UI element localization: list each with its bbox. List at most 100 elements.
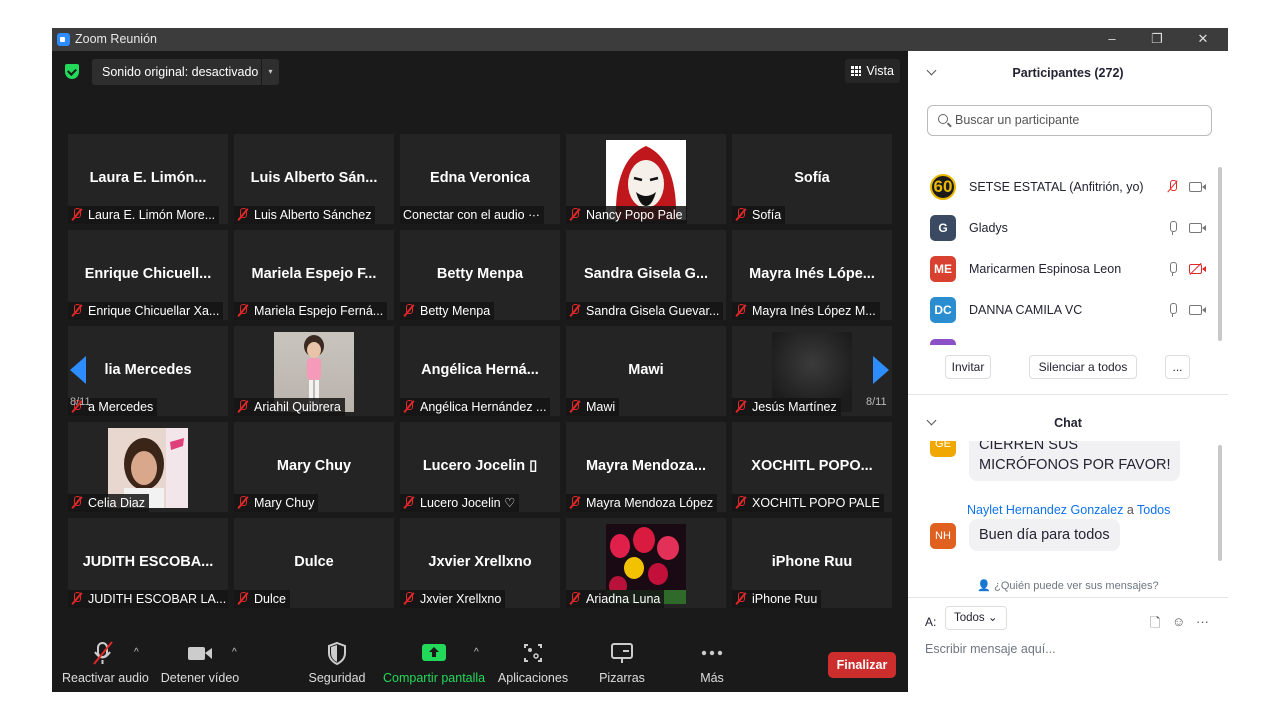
participant-video-tile[interactable]: Mariela Espejo F... Mariela Espejo Ferná.…: [234, 230, 394, 320]
next-page-arrow-icon[interactable]: [873, 356, 889, 384]
previous-page-arrow-icon[interactable]: [70, 356, 86, 384]
participant-video-tile[interactable]: Sofía Sofía: [732, 134, 892, 224]
video-off-icon[interactable]: [1189, 264, 1206, 274]
participant-video-tile[interactable]: lia Mercedes a Mercedes: [68, 326, 228, 416]
participant-name-label: Laura E. Limón More...: [68, 206, 220, 224]
unmute-audio-button[interactable]: Reactivar audio: [62, 639, 149, 685]
participant-row[interactable]: 60 SETSE ESTATAL (Anfitrión, yo): [908, 166, 1218, 207]
participant-name-label: Angélica Hernández ...: [400, 398, 551, 416]
video-camera-icon[interactable]: [1189, 182, 1206, 192]
participant-video-tile[interactable]: JUDITH ESCOBA... JUDITH ESCOBAR LA...: [68, 518, 228, 608]
mic-icon[interactable]: [1168, 221, 1178, 235]
chat-message-input[interactable]: Escribir mensaje aquí...: [925, 642, 1056, 656]
participant-video-tile[interactable]: Edna Veronica Conectar con el audio ·∙·: [400, 134, 560, 224]
participant-display-name: lia Mercedes: [104, 362, 192, 378]
participant-scrollbar[interactable]: [1218, 167, 1222, 341]
participant-video-tile[interactable]: XOCHITL POPO... XOCHITL POPO PALE: [732, 422, 892, 512]
recipient-name[interactable]: Todos: [1137, 503, 1170, 517]
window-title: Zoom Reunión: [75, 32, 157, 46]
participant-avatar: DC: [930, 297, 956, 323]
participant-video-tile[interactable]: Nancy Popo Pale: [566, 134, 726, 224]
participant-row[interactable]: ME Maricarmen Espinosa Leon: [908, 248, 1218, 289]
who-can-see-link[interactable]: 👤 ¿Quién puede ver sus mensajes?: [908, 579, 1228, 592]
end-meeting-button[interactable]: Finalizar: [828, 652, 896, 678]
page-indicator-right: 8/11: [866, 396, 887, 408]
share-screen-icon: [422, 644, 446, 661]
participant-video-tile[interactable]: Angélica Herná... Angélica Hernández ...: [400, 326, 560, 416]
restore-button[interactable]: ❐: [1137, 29, 1177, 49]
participant-row[interactable]: G Gladys: [908, 207, 1218, 248]
participant-video-tile[interactable]: Laura E. Limón... Laura E. Limón More...: [68, 134, 228, 224]
to-label: A:: [925, 615, 937, 629]
participant-video-tile[interactable]: Mawi Mawi: [566, 326, 726, 416]
participant-display-name: Laura E. Limón...: [89, 170, 207, 186]
participant-display-name: Mayra Mendoza...: [585, 458, 707, 474]
participant-video-tile[interactable]: Enrique Chicuell... Enrique Chicuellar Xa…: [68, 230, 228, 320]
sender-name[interactable]: Naylet Hernandez Gonzalez: [967, 503, 1123, 517]
muted-mic-icon[interactable]: [1168, 180, 1178, 194]
participant-video-tile[interactable]: Luis Alberto Sán... Luis Alberto Sánchez: [234, 134, 394, 224]
chat-sender-line: Naylet Hernandez Gonzalez a Todos: [967, 503, 1170, 517]
more-dots-icon: [701, 650, 723, 656]
emoji-icon[interactable]: ☺: [1172, 614, 1185, 629]
recipient-value: Todos: [954, 612, 985, 624]
apps-button[interactable]: Aplicaciones: [495, 639, 571, 685]
mic-icon[interactable]: [1168, 262, 1178, 276]
participant-video-tile[interactable]: Sandra Gisela G... Sandra Gisela Guevar..…: [566, 230, 726, 320]
gallery-grid: Laura E. Limón... Laura E. Limón More... L…: [68, 134, 894, 610]
participant-name-label: Jesús Martínez: [732, 398, 841, 416]
invite-button[interactable]: Invitar: [945, 355, 991, 379]
audio-options-caret-icon[interactable]: ^: [134, 647, 139, 658]
security-button[interactable]: Seguridad: [307, 639, 367, 685]
participant-video-tile[interactable]: Ariahil Quibrera: [234, 326, 394, 416]
participant-video-tile[interactable]: Mayra Inés Lópe... Mayra Inés López M...: [732, 230, 892, 320]
recipient-dropdown[interactable]: Todos ⌄: [945, 606, 1007, 630]
participant-name-text: Luis Alberto Sánchez: [254, 208, 372, 222]
participant-video-tile[interactable]: Betty Menpa Betty Menpa: [400, 230, 560, 320]
more-button[interactable]: Más: [692, 639, 732, 685]
participant-video-tile[interactable]: iPhone Ruu iPhone Ruu: [732, 518, 892, 608]
participant-row[interactable]: DC DANNA CAMILA VC: [908, 289, 1218, 330]
participant-name-label: Conectar con el audio ·∙·: [400, 206, 544, 224]
muted-mic-icon: [735, 592, 747, 605]
whiteboards-button[interactable]: Pizarras: [594, 639, 650, 685]
participant-video-tile[interactable]: Jxvier Xrellxno Jxvier Xrellxno: [400, 518, 560, 608]
participant-name-label: Mawi: [566, 398, 620, 416]
stop-video-button[interactable]: Detener vídeo: [160, 639, 240, 685]
participant-name-label: Ariahil Quibrera: [234, 398, 345, 416]
title-bar: Zoom Reunión – ❐ ✕: [52, 28, 1228, 51]
participant-video-tile[interactable]: Mayra Mendoza... Mayra Mendoza López: [566, 422, 726, 512]
video-camera-icon[interactable]: [1189, 305, 1206, 315]
muted-mic-icon: [569, 304, 581, 317]
participant-video-tile[interactable]: Celia Diaz: [68, 422, 228, 512]
encryption-shield-icon[interactable]: [65, 64, 79, 79]
view-button[interactable]: Vista: [845, 59, 900, 83]
chat-more-icon[interactable]: ···: [1196, 614, 1209, 629]
close-button[interactable]: ✕: [1183, 29, 1223, 49]
share-screen-button[interactable]: Compartir pantalla: [383, 639, 485, 685]
apps-label: Aplicaciones: [497, 671, 569, 685]
chat-title: Chat: [1054, 416, 1082, 430]
chat-scrollbar[interactable]: [1218, 445, 1222, 561]
participant-name-text: Lucero Jocelin ♡: [420, 496, 516, 510]
sound-dropdown-icon[interactable]: ▾: [261, 59, 279, 85]
file-icon[interactable]: 🗋: [1150, 614, 1160, 636]
participants-more-button[interactable]: ...: [1165, 355, 1190, 379]
participant-name-text: Betty Menpa: [420, 304, 491, 318]
dropdown-chevron-icon: ⌄: [987, 612, 998, 624]
minimize-button[interactable]: –: [1092, 29, 1132, 49]
video-camera-icon[interactable]: [1189, 223, 1206, 233]
who-can-see-text: ¿Quién puede ver sus mensajes?: [994, 580, 1159, 592]
video-options-caret-icon[interactable]: ^: [232, 647, 237, 658]
share-options-caret-icon[interactable]: ^: [474, 647, 479, 658]
original-sound-toggle[interactable]: Sonido original: desactivado ▾: [92, 59, 279, 85]
mute-all-button[interactable]: Silenciar a todos: [1029, 355, 1137, 379]
participant-video-tile[interactable]: Lucero Jocelin ▯ Lucero Jocelin ♡: [400, 422, 560, 512]
participant-name-text: Celia Diaz: [88, 496, 145, 510]
participant-video-tile[interactable]: Ariadna Luna: [566, 518, 726, 608]
participant-video-tile[interactable]: Mary Chuy Mary Chuy: [234, 422, 394, 512]
mic-icon[interactable]: [1168, 303, 1178, 317]
participant-search-input[interactable]: Buscar un participante: [927, 105, 1212, 136]
sender-to-word: a: [1126, 503, 1134, 517]
participant-video-tile[interactable]: Dulce Dulce: [234, 518, 394, 608]
